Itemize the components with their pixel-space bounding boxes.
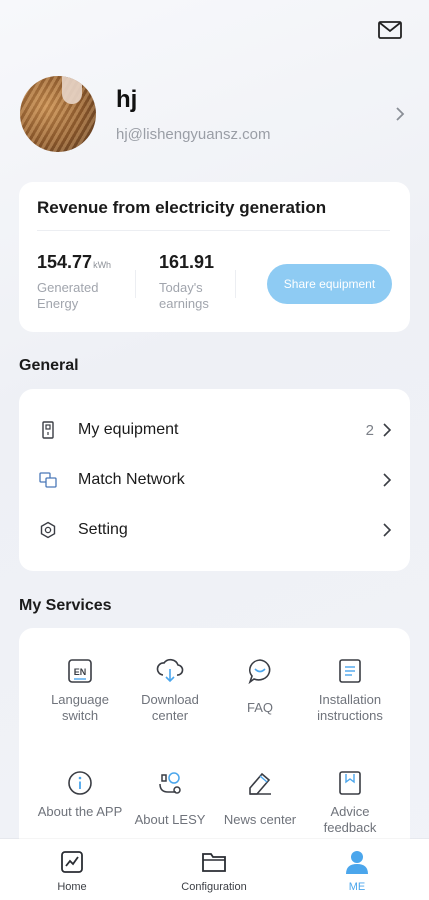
menu-item-setting[interactable]: Setting [19,505,410,555]
service-installation-instructions[interactable]: Installation instructions [305,656,395,724]
service-label: Advice feedback [323,804,377,835]
menu-item-label: Setting [78,521,128,538]
chevron-right-icon [382,422,392,438]
energy-value-text: 154.77 [37,252,93,272]
menu-item-label: Match Network [78,471,185,488]
stat-divider [135,270,136,298]
mail-button[interactable] [377,18,403,42]
service-label: FAQ [246,700,273,715]
menu-item-match-network[interactable]: Match Network [19,455,410,505]
tab-configuration[interactable]: Configuration [164,849,264,893]
divider [37,230,390,231]
profile-email: hj@lishengyuansz.com [116,125,271,143]
revenue-card: Revenue from electricity generation 154.… [19,182,410,332]
svg-text:EN: EN [74,667,87,677]
service-label: Installation instructions [317,692,383,723]
profile-info: hj hj@lishengyuansz.com [116,86,395,143]
match-network-icon [39,471,57,489]
general-section-title: General [19,357,79,374]
chevron-right-icon[interactable] [395,104,411,124]
profile-name: hj [116,85,138,113]
tab-label: Configuration [181,881,247,893]
tab-label: ME [348,881,366,893]
service-about-lesy[interactable]: About LESY [125,768,215,828]
chevron-right-icon [382,522,392,538]
profile-header[interactable]: hj hj@lishengyuansz.com [20,76,411,152]
feedback-icon [305,768,395,798]
home-chart-icon [22,849,122,875]
service-news-center[interactable]: News center [215,768,305,828]
equipment-icon [39,421,57,439]
generated-energy-label: Generated Energy [37,280,99,311]
revenue-title: Revenue from electricity generation [37,198,327,217]
tab-label: Home [57,881,87,893]
service-label: About LESY [134,812,206,827]
about-lesy-icon [125,768,215,798]
equipment-count: 2 [365,421,374,439]
share-equipment-button[interactable]: Share equipment [267,264,392,304]
service-label: About the APP [37,804,123,819]
tab-me[interactable]: ME [307,849,407,893]
service-advice-feedback[interactable]: Advice feedback [305,768,395,836]
mail-icon [378,21,402,39]
energy-unit: kWh [93,260,112,270]
instructions-icon [305,656,395,686]
me-screen: hj hj@lishengyuansz.com Revenue from ele… [0,0,429,900]
avatar[interactable] [20,76,96,152]
service-label: Download center [141,692,199,723]
faq-icon [215,656,305,686]
service-label: News center [223,812,297,827]
news-icon [215,768,305,798]
general-card: My equipment 2 Match Network Setting [19,389,410,571]
service-about-app[interactable]: About the APP [35,768,125,820]
bottom-tab-bar: Home Configuration ME [0,839,429,900]
tab-home[interactable]: Home [22,849,122,893]
menu-item-my-equipment[interactable]: My equipment 2 [19,405,410,455]
service-label: Language switch [51,692,109,723]
menu-item-label: My equipment [78,421,179,438]
stat-divider [235,270,236,298]
generated-energy-value: 154.77kWh [37,252,127,273]
download-icon [125,656,215,686]
folder-icon [164,849,264,875]
service-faq[interactable]: FAQ [215,656,305,716]
language-icon: EN [35,656,125,686]
info-icon [35,768,125,798]
person-icon [307,849,407,875]
generated-energy-stat: 154.77kWh Generated Energy [37,252,127,312]
settings-icon [39,521,57,539]
chevron-right-icon [382,472,392,488]
service-language-switch[interactable]: EN Language switch [35,656,125,724]
service-download-center[interactable]: Download center [125,656,215,724]
services-section-title: My Services [19,597,112,614]
